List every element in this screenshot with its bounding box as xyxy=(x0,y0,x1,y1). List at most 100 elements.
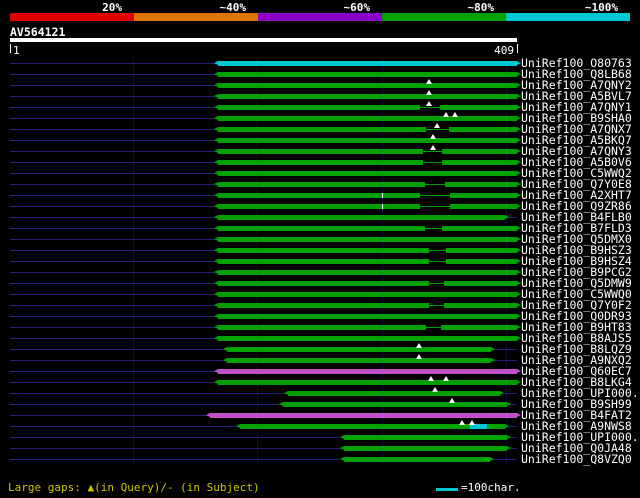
hit-bar[interactable] xyxy=(213,226,521,231)
hit-bar-right-arrow xyxy=(489,457,494,461)
hit-bar-left-arrow xyxy=(340,457,345,461)
hit-bar[interactable] xyxy=(223,347,495,352)
hit-bar[interactable] xyxy=(213,204,521,209)
scale-segment xyxy=(134,13,258,21)
hit-bar-right-arrow xyxy=(516,193,521,197)
query-name: AV564121 xyxy=(10,25,66,39)
hit-bar[interactable] xyxy=(213,237,521,242)
hit-bar[interactable] xyxy=(213,171,521,176)
hit-bar-right-arrow xyxy=(516,182,521,186)
hit-bar[interactable] xyxy=(213,138,521,143)
query-gap-marker xyxy=(429,145,436,150)
hit-bar[interactable] xyxy=(213,336,521,341)
hit-bar[interactable] xyxy=(213,61,521,66)
hit-bar[interactable] xyxy=(213,270,521,275)
alignment-overview-screen: 20% ~40% ~60% ~80% ~100% AV564121 1 409 UniR… xyxy=(0,0,640,498)
hit-bar-right-arrow xyxy=(516,94,521,98)
hit-bar-left-arrow xyxy=(213,72,218,76)
query-gap-marker xyxy=(425,79,432,84)
hit-bar[interactable] xyxy=(213,94,521,99)
hit-bar[interactable] xyxy=(213,292,521,297)
hit-bar[interactable] xyxy=(279,402,512,407)
hit-bar-left-arrow xyxy=(213,127,218,131)
hit-bar-left-arrow xyxy=(206,413,211,417)
query-gap-marker xyxy=(425,101,432,106)
hit-bar-left-arrow xyxy=(213,248,218,252)
hit-bar-left-arrow xyxy=(213,303,218,307)
coord-start-tick xyxy=(10,44,11,53)
subject-gap-line xyxy=(420,206,450,207)
hit-bar[interactable] xyxy=(213,380,521,385)
hit-bar[interactable] xyxy=(223,358,495,363)
scale-sample-line xyxy=(436,488,458,491)
hit-bar[interactable] xyxy=(213,127,521,132)
hit-bar[interactable] xyxy=(206,413,521,418)
hit-bar-right-arrow xyxy=(516,171,521,175)
hit-bar-right-arrow xyxy=(504,215,509,219)
hit-bar-left-arrow xyxy=(213,369,218,373)
hit-bar-left-arrow xyxy=(213,226,218,230)
hit-bar-right-arrow xyxy=(516,138,521,142)
subject-gap-line xyxy=(428,283,444,284)
coord-start-label: 1 xyxy=(13,44,20,57)
hit-bar-right-arrow xyxy=(516,369,521,373)
hit-bar[interactable] xyxy=(340,457,494,462)
alignment-break-tick xyxy=(381,204,383,209)
hit-bar-right-arrow xyxy=(516,105,521,109)
subject-gap-line xyxy=(428,261,447,262)
scale-sample-label: =100char. xyxy=(461,481,521,494)
hit-bar-left-arrow xyxy=(213,61,218,65)
query-gap-marker xyxy=(443,112,450,117)
query-gap-marker xyxy=(449,398,456,403)
hit-bar-right-arrow xyxy=(516,226,521,230)
hit-bar-right-arrow xyxy=(516,303,521,307)
query-gap-marker xyxy=(443,376,450,381)
hit-bar[interactable] xyxy=(213,83,521,88)
subject-gap-segment xyxy=(420,193,450,198)
query-gap-marker xyxy=(431,387,438,392)
hit-bar[interactable] xyxy=(213,193,521,198)
hit-bar-left-arrow xyxy=(213,237,218,241)
query-bar xyxy=(10,38,517,42)
hit-bar-right-arrow xyxy=(516,61,521,65)
hit-bar-right-arrow xyxy=(507,402,512,406)
hit-bar[interactable] xyxy=(213,303,521,308)
hit-bar-right-arrow xyxy=(490,358,495,362)
hit-bar[interactable] xyxy=(213,259,521,264)
hit-bar[interactable] xyxy=(340,446,512,451)
hit-bar[interactable] xyxy=(213,314,521,319)
hit-bar[interactable] xyxy=(213,281,521,286)
subject-gap-line xyxy=(422,151,443,152)
hit-bar[interactable] xyxy=(213,105,521,110)
hit-bar[interactable] xyxy=(213,116,521,121)
hit-bar[interactable] xyxy=(213,149,521,154)
hit-bar[interactable] xyxy=(340,435,512,440)
hit-bar-left-arrow xyxy=(213,83,218,87)
hit-bar-left-arrow xyxy=(213,325,218,329)
hit-bar[interactable] xyxy=(213,248,521,253)
hit-bar-right-arrow xyxy=(516,336,521,340)
hit-bar-left-arrow xyxy=(340,435,345,439)
hit-bar-left-arrow xyxy=(213,380,218,384)
query-gap-marker xyxy=(415,354,422,359)
hit-bar[interactable] xyxy=(213,72,521,77)
subject-gap-segment xyxy=(425,226,443,231)
query-gap-marker xyxy=(434,123,441,128)
hit-bar-left-arrow xyxy=(213,259,218,263)
hit-bar-left-arrow xyxy=(223,358,228,362)
subject-gap-line xyxy=(425,184,445,185)
hit-bar[interactable] xyxy=(213,369,521,374)
hit-bar[interactable] xyxy=(213,160,521,165)
hit-bar[interactable] xyxy=(213,182,521,187)
hit-bar-right-arrow xyxy=(516,237,521,241)
query-gap-marker xyxy=(469,420,476,425)
hit-bar[interactable] xyxy=(284,391,504,396)
hit-label[interactable]: UniRef100_Q8VZQ0 xyxy=(521,453,632,465)
hit-bar-right-arrow xyxy=(516,160,521,164)
subject-gap-segment xyxy=(428,259,447,264)
hit-bar[interactable] xyxy=(213,325,521,330)
subject-gap-line xyxy=(425,228,443,229)
query-gap-marker xyxy=(429,134,436,139)
hit-bar[interactable] xyxy=(213,215,509,220)
subject-gap-line xyxy=(426,327,442,328)
